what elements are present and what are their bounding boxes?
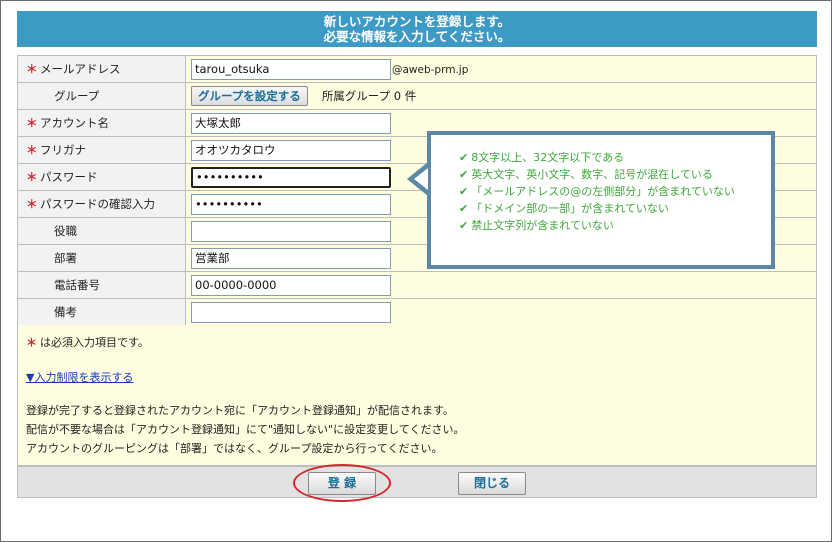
password-field[interactable]	[191, 166, 391, 188]
position-label: 役職	[54, 224, 77, 238]
close-button[interactable]: 閉じる	[458, 472, 526, 495]
required-mark: ＊	[26, 116, 38, 130]
account-name-label: アカウント名	[40, 116, 109, 130]
check-icon: ✔	[459, 151, 469, 164]
department-label: 部署	[54, 251, 77, 265]
department-field[interactable]	[191, 247, 391, 269]
check-icon: ✔	[459, 168, 469, 181]
rule-item: ✔ 「メールアドレスの@の左側部分」が含まれていない	[459, 185, 735, 198]
notes-section: ＊は必須入力項目です。 ▼入力制限を表示する 登録が完了すると登録されたアカウン…	[17, 325, 817, 466]
info-line: 登録が完了すると登録されたアカウント宛に「アカウント登録通知」が配信されます。	[26, 404, 454, 417]
page-title: 新しいアカウントを登録します。 必要な情報を入力してください。	[17, 11, 817, 47]
remarks-label: 備考	[54, 305, 77, 319]
info-line: 配信が不要な場合は「アカウント登録通知」にて"通知しない"に設定変更してください…	[26, 423, 465, 436]
password-confirm-field[interactable]	[191, 193, 391, 215]
info-line: アカウントのグルーピングは「部署」ではなく、グループ設定から行ってください。	[26, 442, 443, 455]
row-remarks: 備考	[17, 298, 817, 326]
account-register-window: 新しいアカウントを登録します。 必要な情報を入力してください。 ＊メールアドレス…	[0, 0, 832, 542]
show-restrictions-link[interactable]: ▼入力制限を表示する	[26, 371, 133, 384]
row-phone: 電話番号	[17, 271, 817, 299]
furigana-field[interactable]	[191, 139, 391, 161]
required-mark: ＊	[26, 336, 37, 349]
check-icon: ✔	[459, 219, 469, 232]
rule-item: ✔ 8文字以上、32文字以下である	[459, 151, 625, 164]
required-mark: ＊	[26, 197, 38, 211]
email-domain: @aweb-prm.jp	[392, 63, 469, 76]
account-name-field[interactable]	[191, 112, 391, 134]
rule-item: ✔ 英大文字、英小文字、数字、記号が混在している	[459, 168, 713, 181]
phone-label: 電話番号	[54, 278, 100, 292]
footer-bar: 登 録 閉じる	[17, 466, 817, 498]
highlight-ring	[293, 464, 391, 502]
password-confirm-label: パスワードの確認入力	[40, 197, 155, 211]
rule-item: ✔ 禁止文字列が含まれていない	[459, 219, 614, 232]
row-group: グループ グループを設定する 所属グループ 0 件	[17, 82, 817, 110]
set-group-button[interactable]: グループを設定する	[191, 86, 308, 106]
required-mark: ＊	[26, 62, 38, 76]
required-note-text: は必須入力項目です。	[40, 336, 149, 349]
password-label: パスワード	[40, 170, 98, 184]
title-line-2: 必要な情報を入力してください。	[323, 29, 511, 44]
phone-field[interactable]	[191, 274, 391, 296]
furigana-label: フリガナ	[40, 143, 86, 157]
remarks-field[interactable]	[191, 301, 391, 323]
info-text: 登録が完了すると登録されたアカウント宛に「アカウント登録通知」が配信されます。 …	[26, 401, 808, 458]
check-icon: ✔	[459, 202, 469, 215]
position-field[interactable]	[191, 220, 391, 242]
check-icon: ✔	[459, 185, 469, 198]
required-note: ＊は必須入力項目です。	[26, 333, 808, 352]
rule-item: ✔ 「ドメイン部の一部」が含まれていない	[459, 202, 669, 215]
row-email: ＊メールアドレス @aweb-prm.jp	[17, 55, 817, 83]
password-rules-popup: ✔ 8文字以上、32文字以下である ✔ 英大文字、英小文字、数字、記号が混在している…	[427, 131, 775, 269]
email-label: メールアドレス	[40, 62, 121, 76]
required-mark: ＊	[26, 143, 38, 157]
required-mark: ＊	[26, 170, 38, 184]
popup-pointer-inner	[414, 168, 428, 190]
group-label: グループ	[54, 89, 100, 103]
email-field[interactable]	[191, 58, 391, 80]
title-line-1: 新しいアカウントを登録します。	[323, 14, 511, 29]
group-count: 所属グループ 0 件	[321, 89, 417, 103]
